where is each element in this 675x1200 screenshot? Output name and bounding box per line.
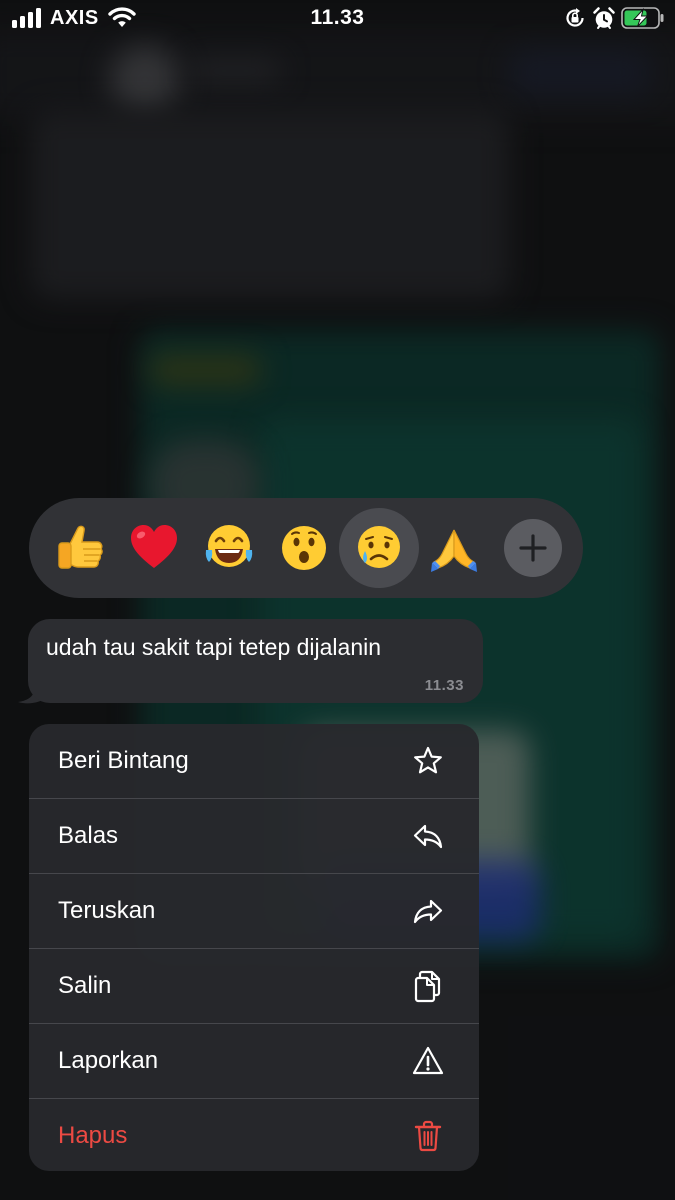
orientation-lock-icon [566, 8, 584, 27]
folded-hands-emoji-icon [431, 529, 477, 572]
star-icon [414, 746, 442, 774]
menu-item-label: Laporkan [58, 1047, 159, 1074]
reaction-crying[interactable] [339, 508, 419, 588]
copy-icon [414, 970, 441, 1003]
trash-icon [414, 1120, 442, 1152]
menu-item-forward[interactable]: Teruskan [29, 874, 479, 948]
red-heart-emoji-icon [131, 525, 177, 568]
status-bar: AXIS 11.33 [0, 0, 675, 40]
menu-item-label: Balas [58, 822, 119, 849]
tears-of-joy-emoji-icon [205, 525, 253, 567]
forward-icon [413, 899, 443, 924]
reaction-tears-of-joy[interactable] [189, 508, 269, 588]
message-time: 11.33 [424, 677, 464, 694]
alarm-icon [593, 7, 615, 29]
menu-item-label: Salin [58, 972, 112, 999]
crying-emoji-icon [358, 526, 400, 568]
warning-icon [412, 1046, 444, 1075]
reaction-thumbs-up[interactable] [39, 508, 119, 588]
message-bubble[interactable]: udah tau sakit tapi tetep dijalanin 11.3… [28, 619, 483, 703]
reaction-folded-hands[interactable] [414, 508, 494, 588]
add-reaction-button[interactable] [504, 519, 562, 577]
reaction-bar [29, 498, 583, 598]
message-text: udah tau sakit tapi tetep dijalanin [46, 634, 382, 660]
surprised-emoji-icon [282, 526, 326, 570]
reaction-red-heart[interactable] [114, 508, 194, 588]
plus-icon [519, 534, 547, 562]
menu-item-report[interactable]: Laporkan [29, 1024, 479, 1098]
battery-charging-icon [621, 7, 664, 29]
thumbs-up-emoji-icon [58, 525, 103, 569]
reaction-surprised[interactable] [264, 508, 344, 588]
reply-icon [413, 824, 443, 849]
menu-item-reply[interactable]: Balas [29, 799, 479, 873]
menu-item-label: Hapus [58, 1122, 128, 1149]
menu-item-copy[interactable]: Salin [29, 949, 479, 1023]
menu-item-label: Beri Bintang [58, 747, 189, 774]
menu-item-delete[interactable]: Hapus [29, 1099, 479, 1171]
menu-item-label: Teruskan [58, 897, 156, 924]
menu-item-star[interactable]: Beri Bintang [29, 724, 479, 798]
message-context-menu: Beri Bintang Balas Teruskan Salin Lapork… [29, 724, 479, 1171]
